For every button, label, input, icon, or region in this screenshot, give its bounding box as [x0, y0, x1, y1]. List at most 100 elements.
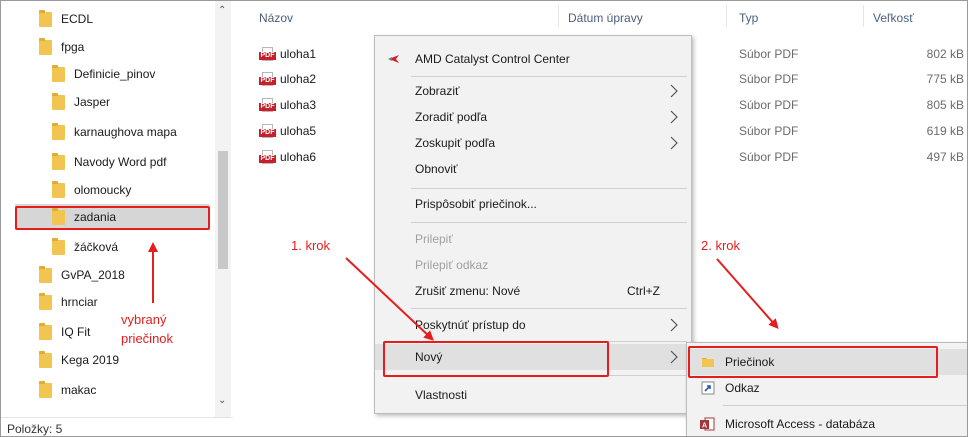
- nav-item-label: IQ Fit: [61, 325, 91, 339]
- nav-item-olomoucky[interactable]: olomoucky: [52, 177, 131, 203]
- menu-item-label: Prilepiť odkaz: [415, 258, 489, 272]
- file-type: Súbor PDF: [739, 47, 799, 61]
- chevron-right-icon: [670, 350, 678, 364]
- column-header-name[interactable]: Názov: [259, 5, 293, 31]
- menu-item-label: AMD Catalyst Control Center: [415, 52, 570, 66]
- menu-item-paste[interactable]: Prilepiť: [375, 226, 691, 252]
- folder-icon: [39, 380, 52, 398]
- menu-item-amd-catalyst[interactable]: AMD Catalyst Control Center: [375, 46, 691, 72]
- annotation-step-2: 2. krok: [701, 238, 741, 253]
- nav-item-label: GvPA_2018: [61, 268, 125, 282]
- nav-item-gvpa-2018[interactable]: GvPA_2018: [39, 262, 125, 288]
- folder-icon: [52, 152, 65, 170]
- folder-icon: [39, 9, 52, 27]
- menu-item-label: Prilepiť: [415, 232, 453, 246]
- pdf-file-icon: PDF: [259, 150, 276, 165]
- nav-item-kega-2019[interactable]: Kega 2019: [39, 347, 119, 373]
- nav-item-label: Definicie_pinov: [74, 67, 156, 81]
- annotation-selected-folder-line1: vybraný: [121, 312, 167, 327]
- folder-icon: [39, 265, 52, 283]
- pdf-icon-text: PDF: [259, 52, 276, 60]
- pdf-file-icon: PDF: [259, 72, 276, 87]
- submenu-item-access-database[interactable]: A Microsoft Access - databáza: [687, 411, 967, 436]
- menu-item-customize-folder[interactable]: Prispôsobiť priečinok...: [375, 191, 691, 217]
- highlight-new-menu-item: [383, 341, 609, 377]
- nav-item-label: ECDL: [61, 12, 94, 26]
- menu-item-refresh[interactable]: Obnoviť: [375, 156, 691, 182]
- menu-separator: [411, 308, 687, 309]
- nav-item-label: hrnciar: [61, 295, 98, 309]
- folder-icon: [52, 122, 65, 140]
- submenu-item-label: Microsoft Access - databáza: [725, 417, 876, 431]
- menu-item-paste-shortcut[interactable]: Prilepiť odkaz: [375, 252, 691, 278]
- nav-item-zackova[interactable]: žáčková: [52, 234, 118, 260]
- nav-item-navody-word-pdf[interactable]: Navody Word pdf: [52, 149, 167, 175]
- file-size: 775 kB: [926, 72, 964, 86]
- nav-item-label: Kega 2019: [61, 353, 120, 367]
- nav-item-label: Jasper: [74, 95, 111, 109]
- svg-text:A: A: [702, 423, 707, 430]
- scroll-up-icon[interactable]: ⌃: [218, 5, 226, 16]
- menu-item-share[interactable]: Poskytnúť prístup do: [375, 312, 691, 338]
- menu-item-label: Obnoviť: [415, 162, 458, 176]
- menu-separator: [411, 222, 687, 223]
- file-name: uloha3: [280, 98, 317, 112]
- menu-item-shortcut: Ctrl+Z: [627, 284, 660, 298]
- pdf-icon-text: PDF: [259, 103, 276, 111]
- pdf-file-icon: PDF: [259, 98, 276, 113]
- column-header-type[interactable]: Typ: [739, 5, 758, 31]
- menu-item-view[interactable]: Zobraziť: [375, 78, 691, 104]
- nav-item-makac[interactable]: makac: [39, 377, 96, 403]
- folder-icon: [52, 237, 65, 255]
- annotation-step-1: 1. krok: [291, 238, 331, 253]
- file-name: uloha1: [280, 47, 317, 61]
- column-header-date[interactable]: Dátum úpravy: [568, 5, 643, 31]
- pdf-file-icon: PDF: [259, 47, 276, 62]
- menu-separator: [723, 405, 967, 406]
- nav-item-fpga[interactable]: fpga: [39, 34, 84, 60]
- submenu-item-label: Odkaz: [725, 381, 760, 395]
- nav-item-ecdl[interactable]: ECDL: [39, 6, 93, 32]
- column-divider[interactable]: [558, 5, 559, 27]
- highlight-selected-folder: [15, 206, 210, 230]
- scroll-down-icon[interactable]: ⌄: [218, 395, 226, 406]
- column-header-size[interactable]: Veľkosť: [873, 5, 914, 31]
- menu-item-label: Zobraziť: [415, 84, 460, 98]
- nav-item-hrnciar[interactable]: hrnciar: [39, 289, 98, 315]
- nav-item-karnaughova-mapa[interactable]: karnaughova mapa: [52, 119, 177, 145]
- file-name: uloha6: [280, 150, 317, 164]
- nav-item-label: olomoucky: [74, 183, 132, 197]
- pdf-icon-text: PDF: [259, 129, 276, 137]
- column-divider[interactable]: [863, 5, 864, 27]
- nav-item-label: Navody Word pdf: [74, 155, 167, 169]
- arrow-to-folder-submenu-item: [716, 258, 779, 330]
- nav-item-label: fpga: [61, 40, 85, 54]
- menu-item-sort-by[interactable]: Zoradiť podľa: [375, 104, 691, 130]
- scrollbar-thumb[interactable]: [218, 151, 228, 269]
- nav-item-jasper[interactable]: Jasper: [52, 89, 110, 115]
- menu-item-label: Zoskupiť podľa: [415, 136, 496, 150]
- file-size: 619 kB: [926, 124, 964, 138]
- nav-item-label: karnaughova mapa: [74, 125, 177, 139]
- chevron-right-icon: [670, 110, 678, 124]
- nav-item-definicie-pinov[interactable]: Definicie_pinov: [52, 61, 155, 87]
- file-type: Súbor PDF: [739, 124, 799, 138]
- menu-item-label: Zrušiť zmenu: Nové: [415, 284, 521, 298]
- folder-icon: [52, 64, 65, 82]
- pdf-icon-text: PDF: [259, 155, 276, 163]
- file-name: uloha5: [280, 124, 317, 138]
- status-divider: [1, 417, 233, 418]
- menu-separator: [411, 188, 687, 189]
- submenu-item-shortcut[interactable]: Odkaz: [687, 375, 967, 401]
- menu-item-properties[interactable]: Vlastnosti: [375, 382, 691, 408]
- folder-icon: [39, 292, 52, 310]
- nav-scrollbar[interactable]: ⌃ ⌄: [215, 1, 231, 417]
- nav-item-iq-fit[interactable]: IQ Fit: [39, 319, 90, 345]
- menu-item-undo[interactable]: Zrušiť zmenu: Nové Ctrl+Z: [375, 278, 691, 304]
- amd-icon: [387, 52, 401, 66]
- column-divider[interactable]: [726, 5, 727, 27]
- menu-item-group-by[interactable]: Zoskupiť podľa: [375, 130, 691, 156]
- pdf-file-icon: PDF: [259, 124, 276, 139]
- annotation-selected-folder-line2: priečinok: [121, 331, 174, 346]
- explorer-window: ECDL fpga Definicie_pinov Jasper karnaug…: [0, 0, 968, 437]
